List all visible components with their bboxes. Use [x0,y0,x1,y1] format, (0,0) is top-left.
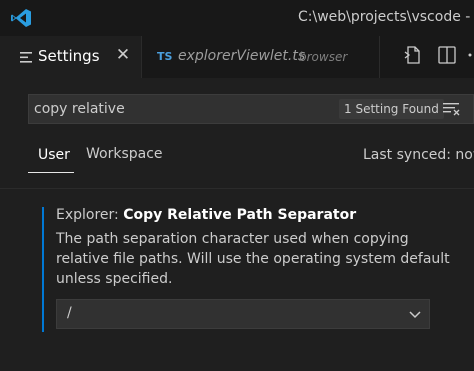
tab-user-label: User [38,147,70,163]
open-settings-json-icon[interactable] [402,44,424,66]
divider [0,188,474,189]
tab-user[interactable]: User [28,146,74,173]
setting-name: Copy Relative Path Separator [123,207,357,223]
chevron-down-icon [409,311,421,319]
tab-explorer-viewlet-label: explorerViewlet.ts [178,48,306,64]
last-synced-status: Last synced: now [363,147,474,163]
more-actions-icon[interactable] [464,44,474,66]
dropdown-value: / [67,305,72,321]
tab-explorer-viewlet[interactable]: TS explorerViewlet.ts browser [142,36,380,78]
title-bar: C:\web\projects\vscode - Vis [0,0,474,36]
window-title: C:\web\projects\vscode - Vis [298,9,474,25]
close-icon[interactable]: ✕ [113,45,133,65]
vscode-logo-icon[interactable] [10,8,32,28]
clear-filter-icon[interactable] [443,102,461,116]
search-input[interactable] [34,99,324,119]
setting-count-badge: 1 Setting Found [339,99,444,119]
split-editor-icon[interactable] [436,44,458,66]
setting-title: Explorer: Copy Relative Path Separator [56,207,356,223]
settings-editor-icon [20,52,32,63]
tab-description: browser [299,50,348,64]
setting-item: Explorer: Copy Relative Path Separator T… [42,207,474,332]
tab-settings-label: Settings [38,47,100,65]
settings-search-box: 1 Setting Found [28,94,474,124]
separator-dropdown[interactable]: / [56,299,430,329]
setting-category: Explorer: [56,207,124,223]
tab-workspace[interactable]: Workspace [86,146,163,172]
setting-description: The path separation character used when … [56,231,450,287]
tab-settings[interactable]: Settings ✕ [0,36,142,78]
typescript-file-icon: TS [157,50,173,63]
